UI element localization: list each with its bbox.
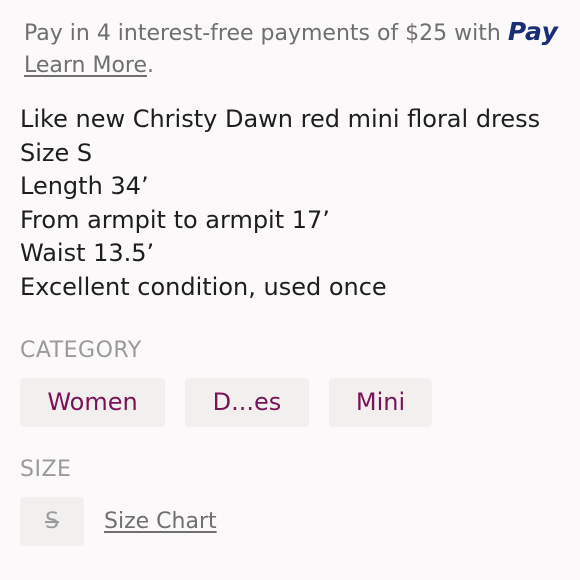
description-line: Like new Christy Dawn red mini floral dr… — [20, 105, 541, 133]
learn-more-suffix: . — [147, 53, 155, 78]
description-line: Size S — [20, 138, 93, 167]
description-line: From armpit to armpit 17’ — [20, 205, 330, 234]
learn-more-link[interactable]: Learn More — [24, 53, 147, 78]
size-option-s: S — [20, 497, 84, 546]
pay-in-4-line: Pay in 4 interest-free payments of $25 w… — [24, 16, 580, 50]
category-heading: CATEGORY — [20, 338, 142, 363]
category-chip-women[interactable]: Women — [20, 378, 165, 427]
pay-in-4-banner: Pay in 4 interest-free payments of $25 w… — [24, 16, 580, 82]
description-line: Waist 13.5’ — [20, 239, 155, 267]
size-heading: SIZE — [20, 457, 72, 482]
learn-more-line: Learn More. — [24, 50, 580, 82]
size-row: S Size Chart — [20, 497, 217, 546]
item-description: Like new Christy Dawn red mini floral dr… — [20, 103, 575, 304]
category-chip-dresses[interactable]: D...es — [185, 378, 309, 427]
category-chips: Women D...es Mini — [20, 378, 432, 427]
pay-in-4-text: Pay in 4 interest-free payments of $25 w… — [24, 21, 508, 46]
size-chart-link[interactable]: Size Chart — [104, 509, 217, 534]
category-chip-mini[interactable]: Mini — [329, 378, 432, 427]
description-line: Length 34’ — [20, 172, 149, 200]
description-line: Excellent condition, used once — [20, 272, 387, 301]
pay-brand-logo: Pay — [507, 17, 559, 46]
